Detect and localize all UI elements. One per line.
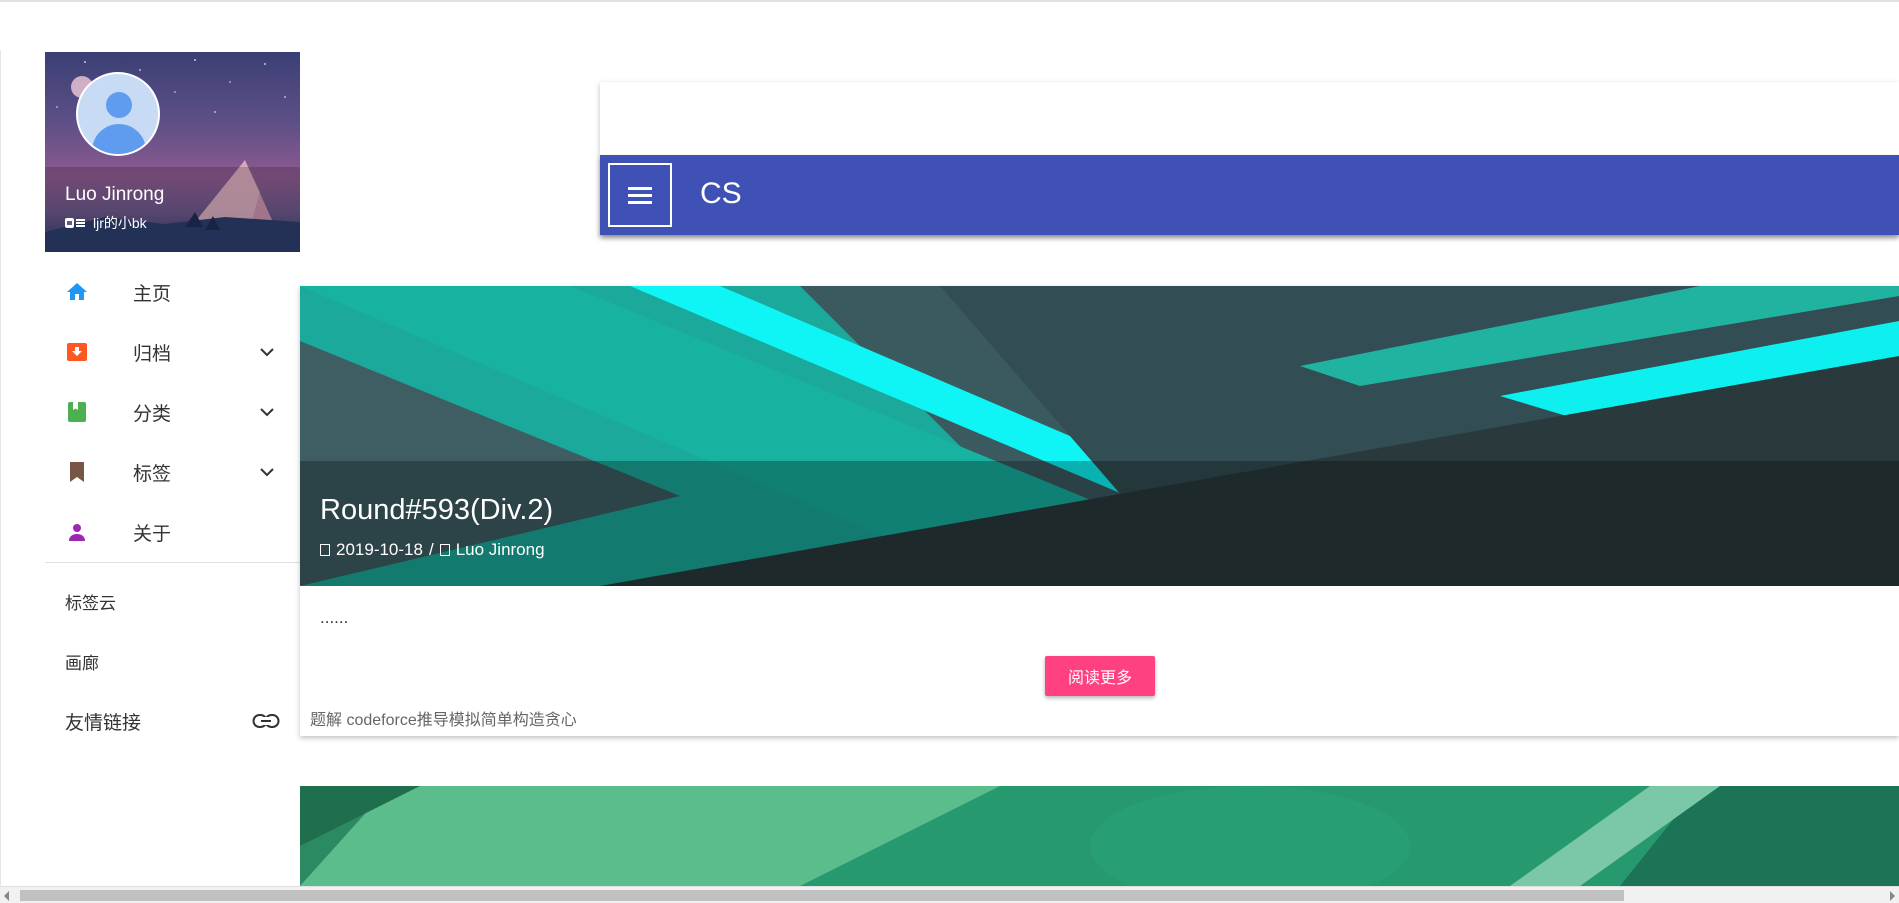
secondary-nav: 标签云 画廊 友情链接 bbox=[45, 571, 300, 751]
chevron-down-icon[interactable] bbox=[259, 404, 275, 420]
profile-subtitle-row: ljr的小bk bbox=[65, 213, 147, 233]
post-date: 2019-10-18 bbox=[336, 540, 423, 559]
nav-divider bbox=[45, 562, 300, 563]
bookmark-icon bbox=[65, 460, 89, 484]
page-title: CS bbox=[700, 177, 742, 210]
avatar-head bbox=[106, 92, 132, 118]
banner-image-next bbox=[300, 786, 1899, 886]
nav-item-label: 分类 bbox=[133, 403, 172, 425]
id-card-icon bbox=[65, 218, 85, 228]
nav-item-label: 主页 bbox=[133, 283, 172, 305]
nav-item-label: 归档 bbox=[133, 343, 172, 365]
chevron-down-icon[interactable] bbox=[259, 464, 275, 480]
book-icon bbox=[65, 400, 89, 424]
nav-item-about[interactable]: 关于 bbox=[45, 502, 300, 562]
nav-item-label: 关于 bbox=[133, 523, 172, 545]
avatar[interactable] bbox=[76, 72, 160, 156]
post-meta: 2019-10-18 / Luo Jinrong bbox=[320, 540, 545, 560]
nav-item-archive[interactable]: 归档 bbox=[45, 322, 300, 382]
profile-header: Luo Jinrong ljr的小bk bbox=[45, 52, 300, 252]
nav-item-friend-links[interactable]: 友情链接 bbox=[45, 691, 300, 751]
post-banner[interactable]: Round#593(Div.2) 2019-10-18 / Luo Jinron… bbox=[300, 286, 1899, 586]
meta-separator: / bbox=[428, 540, 434, 559]
horizontal-scrollbar[interactable] bbox=[0, 886, 1899, 903]
post-author: Luo Jinrong bbox=[455, 540, 545, 559]
person-icon bbox=[65, 520, 89, 544]
nav-item-label: 友情链接 bbox=[65, 712, 142, 734]
post-tags: 题解 codeforce推导模拟简单构造贪心 bbox=[310, 712, 577, 729]
archive-icon bbox=[65, 340, 89, 364]
nav-item-home[interactable]: 主页 bbox=[45, 262, 300, 322]
scroll-left-arrow-icon[interactable] bbox=[4, 891, 9, 901]
nav-item-tag-cloud[interactable]: 标签云 bbox=[45, 571, 300, 631]
post-card: Round#593(Div.2) 2019-10-18 / Luo Jinron… bbox=[300, 286, 1899, 736]
nav-item-label: 画廊 bbox=[65, 653, 99, 673]
nav-item-label: 标签 bbox=[133, 463, 172, 485]
avatar-body bbox=[92, 124, 146, 154]
link-icon bbox=[252, 714, 280, 728]
profile-overlay bbox=[45, 167, 300, 252]
post-card-next[interactable] bbox=[300, 786, 1899, 886]
scrollbar-thumb[interactable] bbox=[20, 890, 1624, 901]
top-border bbox=[0, 0, 1899, 2]
read-more-button[interactable]: 阅读更多 bbox=[1045, 656, 1155, 696]
calendar-icon bbox=[320, 544, 330, 556]
app-bar: CS bbox=[600, 155, 1899, 235]
post-title[interactable]: Round#593(Div.2) bbox=[320, 494, 553, 527]
nav-item-tags[interactable]: 标签 bbox=[45, 442, 300, 502]
profile-subtitle: ljr的小bk bbox=[93, 215, 147, 231]
menu-icon bbox=[628, 183, 652, 208]
left-border bbox=[0, 50, 1, 890]
nav-item-gallery[interactable]: 画廊 bbox=[45, 631, 300, 691]
chevron-down-icon[interactable] bbox=[259, 344, 275, 360]
nav-item-label: 标签云 bbox=[65, 593, 116, 613]
profile-name: Luo Jinrong bbox=[65, 184, 165, 205]
menu-button[interactable] bbox=[608, 163, 672, 227]
nav-item-categories[interactable]: 分类 bbox=[45, 382, 300, 442]
author-icon bbox=[439, 544, 450, 556]
home-icon bbox=[65, 280, 89, 304]
post-excerpt: ...... bbox=[320, 608, 349, 627]
scroll-right-arrow-icon[interactable] bbox=[1890, 891, 1895, 901]
sidebar: Luo Jinrong ljr的小bk 主页 归档 分类 标签 关于 标签云 画… bbox=[45, 52, 300, 892]
primary-nav: 主页 归档 分类 标签 关于 bbox=[45, 262, 300, 562]
